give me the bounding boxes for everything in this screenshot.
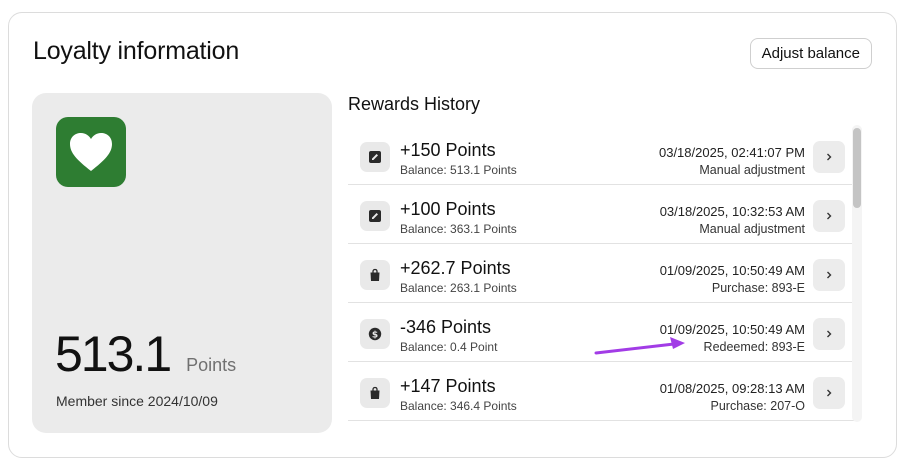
edit-icon	[360, 201, 390, 231]
row-balance: Balance: 346.4 Points	[400, 399, 517, 413]
chevron-right-icon[interactable]	[813, 259, 845, 291]
member-since: Member since 2024/10/09	[56, 393, 218, 409]
chevron-right-icon[interactable]	[813, 200, 845, 232]
row-note: Manual adjustment	[699, 222, 805, 236]
row-date: 01/09/2025, 10:50:49 AM	[659, 263, 805, 278]
row-date: 03/18/2025, 02:41:07 PM	[658, 145, 805, 160]
row-note: Manual adjustment	[699, 163, 805, 177]
history-row[interactable]: +100 Points Balance: 363.1 Points 03/18/…	[348, 185, 857, 244]
chevron-right-icon[interactable]	[813, 318, 845, 350]
row-balance: Balance: 363.1 Points	[400, 222, 517, 236]
adjust-balance-button[interactable]: Adjust balance	[749, 38, 872, 69]
row-points: +150 Points	[400, 140, 496, 160]
row-points: -346 Points	[400, 317, 492, 337]
row-points: +100 Points	[400, 199, 496, 219]
scrollbar[interactable]	[852, 125, 862, 422]
shopping-bag-icon	[360, 378, 390, 408]
history-row[interactable]: +262.7 Points Balance: 263.1 Points 01/0…	[348, 244, 857, 303]
row-points: +147 Points	[400, 376, 496, 396]
balance-display: 513.1 Points	[55, 325, 236, 383]
row-balance: Balance: 263.1 Points	[400, 281, 517, 295]
row-date: 03/18/2025, 10:32:53 AM	[659, 204, 805, 219]
row-date: 01/08/2025, 09:28:13 AM	[659, 381, 805, 396]
history-row[interactable]: +147 Points Balance: 346.4 Points 01/08/…	[348, 362, 857, 421]
row-balance: Balance: 513.1 Points	[400, 163, 517, 177]
balance-unit: Points	[186, 355, 237, 375]
chevron-right-icon[interactable]	[813, 141, 845, 173]
row-note: Purchase: 893-E	[711, 281, 805, 295]
scrollbar-thumb[interactable]	[853, 128, 861, 208]
row-points: +262.7 Points	[400, 258, 511, 278]
history-row-partial[interactable]	[348, 421, 857, 434]
annotation-arrow	[594, 337, 685, 355]
heart-icon	[56, 117, 126, 187]
rewards-history-title: Rewards History	[348, 94, 481, 114]
row-note: Purchase: 207-O	[710, 399, 806, 413]
history-row[interactable]: +150 Points Balance: 513.1 Points 03/18/…	[348, 126, 857, 185]
chevron-right-icon[interactable]	[813, 377, 845, 409]
edit-icon	[360, 142, 390, 172]
page-title: Loyalty information	[33, 37, 240, 65]
dollar-coin-icon: $	[360, 319, 390, 349]
balance-value: 513.1	[55, 326, 172, 382]
row-balance: Balance: 0.4 Point	[400, 340, 498, 354]
shopping-bag-icon	[360, 260, 390, 290]
row-note: Redeemed: 893-E	[703, 340, 805, 354]
svg-text:$: $	[372, 330, 378, 340]
member-panel: 513.1 Points Member since 2024/10/09	[32, 93, 332, 433]
rewards-history-list[interactable]: +150 Points Balance: 513.1 Points 03/18/…	[348, 126, 857, 434]
